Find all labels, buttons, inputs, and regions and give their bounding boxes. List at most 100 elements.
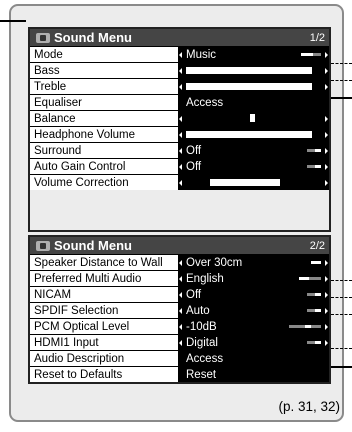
menu-row-reset-to-defaults[interactable]: Reset to Defaults Reset	[30, 366, 329, 382]
arrow-left-icon[interactable]	[179, 164, 182, 170]
arrow-left-icon[interactable]	[179, 308, 182, 314]
level-bar[interactable]	[186, 131, 312, 138]
arrow-left-icon[interactable]	[179, 52, 182, 58]
panel-header: Sound Menu 2/2	[30, 237, 329, 254]
arrow-left-icon[interactable]	[179, 116, 182, 122]
row-label: PCM Optical Level	[30, 319, 178, 334]
arrow-right-icon[interactable]	[325, 84, 328, 90]
arrow-right-icon[interactable]	[325, 292, 328, 298]
row-value[interactable]: Digital	[178, 335, 329, 350]
arrow-right-icon[interactable]	[325, 164, 328, 170]
menu-row-headphone-volume[interactable]: Headphone Volume	[30, 126, 329, 142]
level-bar[interactable]	[186, 83, 312, 90]
row-value[interactable]	[178, 79, 329, 94]
callout-line	[331, 314, 352, 315]
row-label: Audio Description	[30, 351, 178, 366]
row-label: Bass	[30, 63, 178, 78]
row-value[interactable]: Music	[178, 47, 329, 62]
arrow-right-icon[interactable]	[325, 148, 328, 154]
page-reference: (p. 31, 32)	[278, 399, 340, 414]
arrow-right-icon[interactable]	[325, 132, 328, 138]
level-indicator	[311, 261, 321, 264]
panel-title: Sound Menu	[54, 30, 132, 45]
arrow-left-icon[interactable]	[179, 84, 182, 90]
row-value[interactable]: Off	[178, 159, 329, 174]
arrow-left-icon[interactable]	[179, 292, 182, 298]
row-label: Headphone Volume	[30, 127, 178, 142]
level-indicator	[307, 165, 321, 168]
level-indicator	[307, 293, 321, 296]
menu-row-mode[interactable]: Mode Music	[30, 46, 329, 62]
arrow-left-icon[interactable]	[179, 324, 182, 330]
menu-row-audio-description[interactable]: Audio Description Access	[30, 350, 329, 366]
level-indicator	[307, 309, 321, 312]
menu-row-speaker-distance[interactable]: Speaker Distance to Wall Over 30cm	[30, 254, 329, 270]
menu-row-surround[interactable]: Surround Off	[30, 142, 329, 158]
row-label: Surround	[30, 143, 178, 158]
row-value[interactable]: Access	[178, 95, 329, 110]
menu-icon	[36, 240, 50, 251]
row-value[interactable]	[178, 111, 329, 126]
arrow-left-icon[interactable]	[179, 180, 182, 186]
level-bar[interactable]	[210, 179, 280, 186]
callout-line	[331, 97, 352, 99]
callout-line	[0, 20, 26, 22]
menu-row-equaliser[interactable]: Equaliser Access	[30, 94, 329, 110]
row-value[interactable]	[178, 63, 329, 78]
arrow-right-icon[interactable]	[325, 260, 328, 266]
arrow-right-icon[interactable]	[325, 308, 328, 314]
row-value[interactable]: Over 30cm	[178, 255, 329, 270]
row-label: Equaliser	[30, 95, 178, 110]
arrow-left-icon[interactable]	[179, 148, 182, 154]
arrow-left-icon[interactable]	[179, 132, 182, 138]
arrow-right-icon[interactable]	[325, 324, 328, 330]
menu-row-nicam[interactable]: NICAM Off	[30, 286, 329, 302]
row-label: HDMI1 Input	[30, 335, 178, 350]
row-label: Volume Correction	[30, 175, 178, 190]
callout-line	[331, 80, 352, 81]
menu-row-preferred-multi-audio[interactable]: Preferred Multi Audio English	[30, 270, 329, 286]
menu-row-balance[interactable]: Balance	[30, 110, 329, 126]
row-value[interactable]: English	[178, 271, 329, 286]
level-bar[interactable]	[186, 67, 312, 74]
menu-row-spdif-selection[interactable]: SPDIF Selection Auto	[30, 302, 329, 318]
page-number: 1/2	[309, 31, 325, 44]
level-indicator	[301, 53, 321, 56]
arrow-left-icon[interactable]	[179, 340, 182, 346]
level-indicator	[307, 341, 321, 344]
level-indicator	[299, 277, 321, 280]
arrow-right-icon[interactable]	[325, 340, 328, 346]
callout-line	[331, 280, 352, 281]
row-value[interactable]: -10dB	[178, 319, 329, 334]
menu-row-pcm-optical-level[interactable]: PCM Optical Level -10dB	[30, 318, 329, 334]
row-label: Balance	[30, 111, 178, 126]
row-label: Auto Gain Control	[30, 159, 178, 174]
menu-row-volume-correction[interactable]: Volume Correction	[30, 174, 329, 190]
arrow-right-icon[interactable]	[325, 180, 328, 186]
empty-space	[30, 190, 329, 230]
level-indicator	[307, 149, 321, 152]
row-label: Treble	[30, 79, 178, 94]
row-value[interactable]: Off	[178, 143, 329, 158]
panel-title: Sound Menu	[54, 238, 132, 253]
arrow-right-icon[interactable]	[325, 68, 328, 74]
row-value[interactable]: Auto	[178, 303, 329, 318]
panel-header: Sound Menu 1/2	[30, 29, 329, 46]
arrow-right-icon[interactable]	[325, 52, 328, 58]
row-label: Speaker Distance to Wall	[30, 255, 178, 270]
menu-row-hdmi1-input[interactable]: HDMI1 Input Digital	[30, 334, 329, 350]
arrow-left-icon[interactable]	[179, 260, 182, 266]
row-value[interactable]: Reset	[178, 367, 329, 382]
menu-row-auto-gain-control[interactable]: Auto Gain Control Off	[30, 158, 329, 174]
row-value[interactable]	[178, 175, 329, 190]
row-value[interactable]	[178, 127, 329, 142]
arrow-left-icon[interactable]	[179, 68, 182, 74]
menu-row-bass[interactable]: Bass	[30, 62, 329, 78]
arrow-right-icon[interactable]	[325, 116, 328, 122]
row-value[interactable]: Access	[178, 351, 329, 366]
arrow-right-icon[interactable]	[325, 276, 328, 282]
menu-row-treble[interactable]: Treble	[30, 78, 329, 94]
balance-marker[interactable]	[250, 114, 255, 122]
arrow-left-icon[interactable]	[179, 276, 182, 282]
row-value[interactable]: Off	[178, 287, 329, 302]
